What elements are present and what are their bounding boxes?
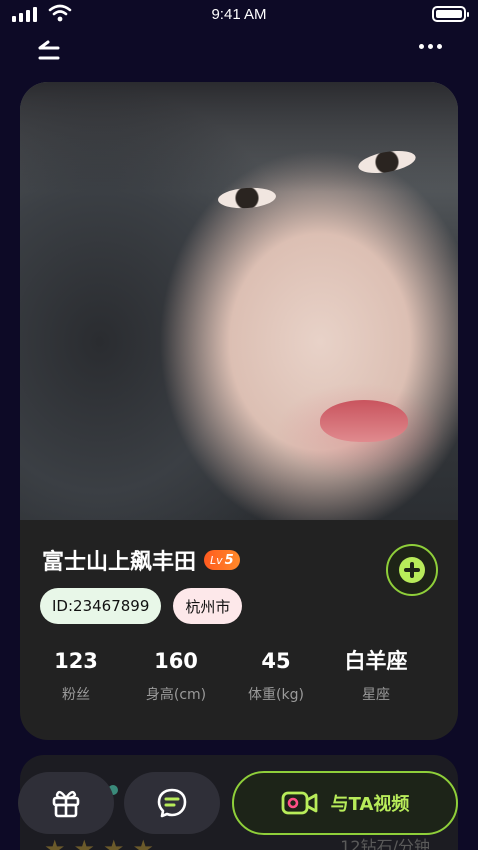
star-icon: ★ [103,835,125,850]
name-row: 富士山上飙丰田 Lv 5 [42,544,240,576]
profile-card: 富士山上飙丰田 Lv 5 ID:23467899 杭州市 123 粉丝 160 身… [20,82,458,740]
stats-row: 123 粉丝 160 身高(cm) 45 体重(kg) 白羊座 星座 [20,646,458,704]
level-prefix: Lv [210,553,223,567]
star-icon: ★ [132,835,155,850]
price-rate: 12钻石/分钟 [340,837,430,850]
stat-label: 体重(kg) [248,687,304,703]
level-value: 5 [224,552,234,568]
video-call-label: 与TA视频 [330,794,410,815]
battery-icon [432,6,469,22]
follow-button[interactable] [386,544,438,596]
more-icon[interactable] [419,44,442,49]
gift-icon [52,790,80,818]
profile-tags: ID:23467899 杭州市 [40,588,243,624]
chat-button[interactable] [124,772,220,834]
chat-icon [157,788,187,818]
stat-value: 45 [261,649,291,673]
rating-stars: ★ ★ ★ ★ [44,835,154,850]
status-time: 9:41 AM [211,6,267,23]
stat-label: 星座 [362,687,390,703]
profile-photo[interactable] [20,82,458,520]
profile-info: 富士山上飙丰田 Lv 5 ID:23467899 杭州市 123 粉丝 160 身… [20,520,458,740]
stat-fans: 123 粉丝 [26,646,126,704]
photo-lips [320,400,408,442]
profile-name: 富士山上飙丰田 [42,550,197,575]
add-icon [399,557,425,583]
id-tag: ID:23467899 [40,588,162,624]
back-icon[interactable] [36,38,62,62]
stat-value: 白羊座 [344,649,408,673]
video-call-button[interactable]: 与TA视频 [232,771,458,835]
stat-label: 身高(cm) [145,687,207,703]
stat-zodiac: 白羊座 星座 [326,646,426,704]
level-badge: Lv 5 [204,550,240,570]
gift-button[interactable] [18,772,114,834]
stat-value: 160 [154,649,198,673]
star-icon: ★ [73,835,96,850]
video-icon [281,791,317,815]
stat-value: 123 [54,649,98,673]
status-bar: 9:41 AM [0,0,478,30]
stat-weight: 45 体重(kg) [226,646,326,704]
stat-label: 粉丝 [62,687,90,703]
city-tag: 杭州市 [173,588,243,624]
star-icon: ★ [44,835,66,850]
stat-height: 160 身高(cm) [126,646,226,704]
